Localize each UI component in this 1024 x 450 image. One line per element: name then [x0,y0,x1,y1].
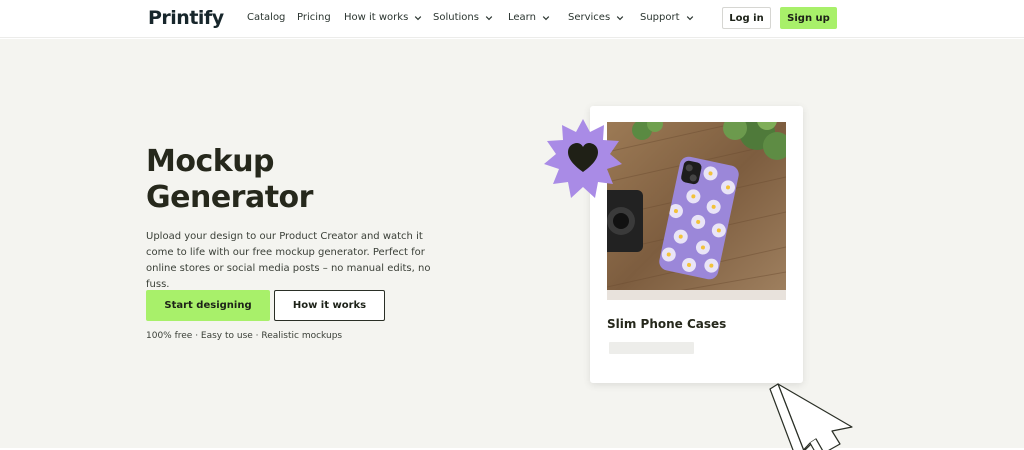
nav-label: Support [640,12,680,23]
login-button[interactable]: Log in [722,7,771,29]
nav-item-services[interactable]: Services [568,11,624,25]
phone-case-photo [607,122,786,300]
hero-description: Upload your design to our Product Creato… [146,231,431,290]
heart-icon [544,119,622,198]
card-title: Slim Phone Cases [607,317,727,331]
feature-list: 100% free · Easy to use · Realistic mock… [146,331,343,341]
cursor-arrow-icon [769,383,853,450]
nav-label: Pricing [297,12,331,23]
signup-button[interactable]: Sign up [780,7,837,29]
chevron-down-icon [485,14,493,22]
chevron-down-icon [686,14,694,22]
main-nav: Catalog Pricing How it works Solutions L… [0,0,1024,38]
nav-item-pricing[interactable]: Pricing [297,11,331,25]
nav-item-how-it-works[interactable]: How it works [344,11,422,25]
top-nav-bar: Printify Catalog Pricing How it works So… [0,0,1024,38]
nav-item-catalog[interactable]: Catalog [247,11,285,25]
nav-label: Solutions [433,12,479,23]
nav-item-solutions[interactable]: Solutions [433,11,493,25]
nav-label: Services [568,12,611,23]
nav-label: Learn [508,12,536,23]
page-title: Mockup Generator [146,144,313,216]
title-line: Mockup [146,144,275,179]
nav-item-learn[interactable]: Learn [508,11,550,25]
hero-section: Mockup Generator Upload your design to o… [0,39,1024,450]
card-placeholder-bar [609,342,694,354]
nav-label: Catalog [247,12,286,23]
title-line: Generator [146,180,313,215]
chevron-down-icon [414,14,422,22]
nav-item-support[interactable]: Support [640,11,694,25]
start-designing-button[interactable]: Start designing [146,290,270,321]
nav-label: How it works [344,12,409,23]
phone-case-illustration [607,122,786,300]
how-it-works-button[interactable]: How it works [274,290,385,321]
chevron-down-icon [542,14,550,22]
chevron-down-icon [616,14,624,22]
